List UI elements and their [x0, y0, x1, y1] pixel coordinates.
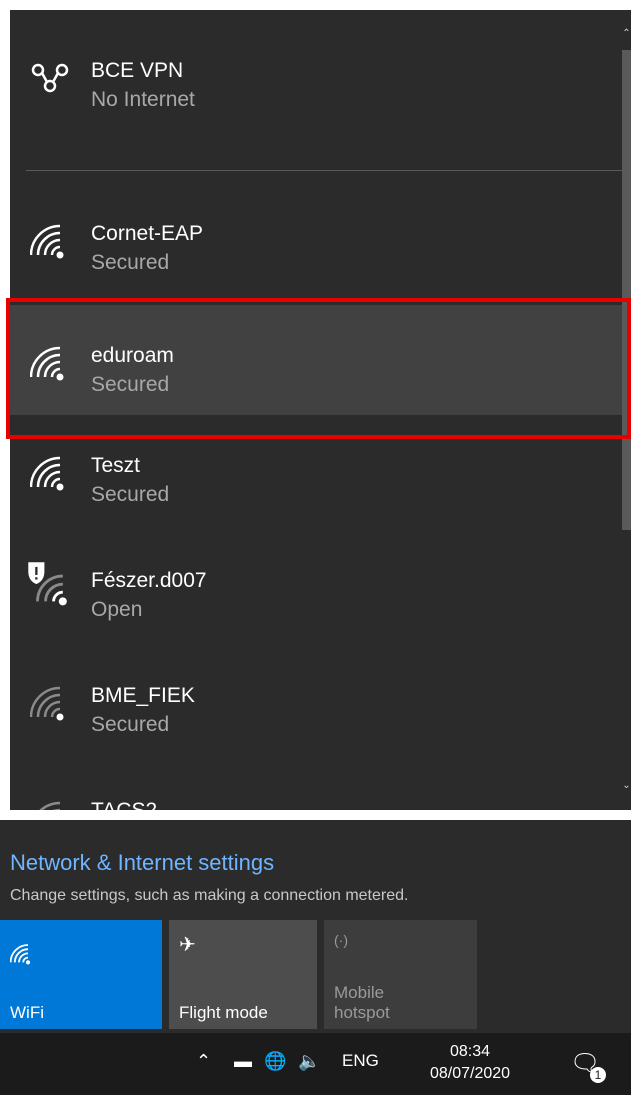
wifi-icon	[10, 944, 31, 965]
scroll-thumb[interactable]	[622, 50, 631, 530]
selection-highlight-box	[6, 298, 631, 439]
taskbar: ⌃ ▬ 🌐 🔈 ENG 08:34 08/07/2020 🗨 1	[0, 1033, 631, 1095]
network-item-cornet-eap[interactable]: Cornet-EAP Secured	[10, 183, 622, 293]
network-item-bce-vpn[interactable]: BCE VPN No Internet	[10, 20, 622, 130]
quick-action-tiles: WiFi ✈ Flight mode (·) Mobile hotspot	[0, 920, 631, 1033]
wifi-icon	[30, 224, 64, 259]
network-status: No Internet	[91, 88, 195, 111]
network-name: Teszt	[91, 454, 141, 477]
chevron-up-icon[interactable]: ⌃	[196, 1051, 211, 1072]
flight-mode-tile[interactable]: ✈ Flight mode	[169, 920, 317, 1029]
network-globe-icon[interactable]: 🌐	[264, 1051, 286, 1072]
clock-time: 08:34	[449, 1043, 491, 1060]
hotspot-icon: (·)	[334, 932, 348, 948]
airplane-icon: ✈	[179, 934, 196, 956]
language-indicator[interactable]: ENG	[342, 1051, 379, 1071]
wifi-icon	[30, 456, 64, 491]
settings-section: Network & Internet settings Change setti…	[0, 820, 631, 920]
network-flyout: BCE VPN No Internet Cornet-EAP Secured e…	[0, 0, 631, 1095]
network-settings-link[interactable]: Network & Internet settings	[10, 850, 274, 876]
battery-icon[interactable]: ▬	[234, 1051, 252, 1072]
wifi-tile-label: WiFi	[10, 1003, 44, 1022]
wifi-tile[interactable]: WiFi	[0, 920, 162, 1029]
mobile-hotspot-tile[interactable]: (·) Mobile hotspot	[324, 920, 477, 1029]
network-name: Fészer.d007	[91, 569, 207, 592]
settings-description: Change settings, such as making a connec…	[10, 887, 409, 904]
clock[interactable]: 08:34 08/07/2020	[420, 1041, 520, 1085]
divider	[26, 170, 622, 171]
network-name: Cornet-EAP	[91, 222, 204, 245]
network-status: Open	[91, 598, 143, 621]
network-item-tacs2[interactable]: TACS2	[10, 760, 622, 810]
wifi-weak-icon	[30, 686, 64, 721]
network-name: TACS2	[91, 798, 157, 810]
wifi-open-warning-icon	[28, 562, 67, 606]
wifi-weak-icon	[39, 801, 61, 810]
hotspot-label-line1: Mobile	[334, 983, 385, 1002]
speaker-icon[interactable]: 🔈	[298, 1051, 320, 1072]
hotspot-label-line2: hotspot	[334, 1003, 390, 1022]
network-name: BME_FIEK	[91, 684, 195, 707]
vpn-icon	[31, 63, 69, 93]
network-name: BCE VPN	[91, 59, 184, 82]
network-status: Secured	[91, 483, 170, 506]
network-status: Secured	[91, 713, 170, 736]
network-status: Secured	[91, 251, 170, 274]
network-item-bme-fiek[interactable]: BME_FIEK Secured	[10, 645, 622, 755]
network-item-feszer-d007[interactable]: Fészer.d007 Open	[10, 530, 622, 640]
scroll-down-arrow-icon[interactable]: ⌄	[622, 780, 631, 792]
clock-date: 08/07/2020	[429, 1065, 511, 1082]
scroll-up-arrow-icon[interactable]: ⌃	[622, 28, 631, 40]
top-border	[0, 0, 631, 10]
flight-mode-label: Flight mode	[179, 1003, 268, 1022]
notification-badge: 1	[590, 1067, 606, 1083]
